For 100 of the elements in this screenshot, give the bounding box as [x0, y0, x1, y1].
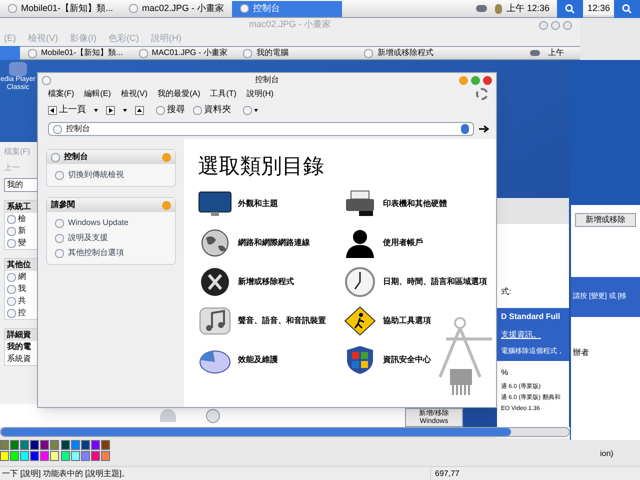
panel-title: 系統工	[5, 201, 37, 213]
color-swatch[interactable]	[0, 451, 9, 461]
panel-link[interactable]: 檢	[5, 213, 37, 225]
taskbar-button[interactable]: mac02.JPG - 小畫家	[121, 0, 232, 16]
caret-icon[interactable]	[94, 108, 98, 112]
dock-item[interactable]: Mobile01-【新知】類...	[20, 47, 131, 59]
window-title: mac02.JPG - 小畫家	[248, 18, 331, 32]
clock-icon	[343, 266, 377, 296]
panel-link[interactable]: 系統資	[5, 353, 37, 365]
color-swatch[interactable]	[100, 451, 110, 461]
menu-item[interactable]: 檔案(F)	[48, 88, 74, 100]
dock-item[interactable]: 新增或移除程式	[356, 47, 442, 59]
add-remove-button[interactable]: 新增或移除	[575, 213, 636, 227]
address-field[interactable]: 控制台	[48, 122, 474, 136]
panel-link[interactable]: 我	[5, 283, 37, 295]
panel-link[interactable]: 新	[5, 225, 37, 237]
color-swatch[interactable]	[10, 451, 20, 461]
column-header: 辦者	[573, 347, 590, 359]
color-swatch[interactable]	[70, 451, 80, 461]
caret-icon[interactable]	[123, 108, 127, 112]
menu-item[interactable]: 檢視(V)	[120, 88, 148, 100]
color-swatch[interactable]	[50, 451, 60, 461]
keyboard-icon[interactable]	[530, 50, 540, 56]
forward-arrow-icon[interactable]	[106, 106, 115, 114]
dropdown-icon	[461, 124, 469, 134]
search-button[interactable]	[614, 0, 640, 18]
color-swatch[interactable]	[20, 440, 30, 450]
x-disc-icon	[198, 266, 232, 296]
support-link[interactable]: 支援資訊。	[501, 329, 569, 341]
plug-icon[interactable]	[495, 4, 502, 14]
color-swatch[interactable]	[50, 440, 60, 450]
category-link[interactable]: 日期、時間、語言和區域選項	[343, 266, 488, 296]
panel-link[interactable]: 切換到傳統檢視	[55, 169, 175, 181]
panel-link[interactable]: 網	[5, 271, 37, 283]
panel-link[interactable]: 變	[5, 237, 37, 249]
category-link[interactable]: 印表機和其他硬體	[343, 188, 488, 218]
color-swatch[interactable]	[10, 440, 20, 450]
color-swatch[interactable]	[60, 440, 70, 450]
color-swatch[interactable]	[20, 451, 30, 461]
color-swatch[interactable]	[30, 440, 40, 450]
drive-icon	[160, 409, 176, 422]
color-swatch[interactable]	[80, 440, 90, 450]
maximize-button[interactable]	[471, 76, 480, 84]
category-link[interactable]: 聲音、語音、和音訊裝置	[198, 306, 343, 336]
search-button[interactable]	[557, 0, 584, 18]
color-swatch[interactable]	[90, 451, 100, 461]
category-link[interactable]: 協助工具選項	[343, 306, 488, 336]
back-button[interactable]: 上一頁	[48, 103, 86, 117]
category-link[interactable]: 效能及維護	[198, 344, 343, 374]
page-heading: 選取類別目錄	[198, 154, 325, 180]
category-link[interactable]: 使用者帳戶	[343, 228, 488, 258]
go-arrow-icon[interactable]	[478, 125, 490, 133]
menu-item[interactable]: 說明(H)	[246, 88, 274, 100]
menu-item[interactable]: 我的最愛(A)	[158, 88, 200, 100]
loading-spinner-icon	[476, 88, 488, 100]
panel-title: 請參閱	[51, 199, 75, 211]
panel-link[interactable]: 說明及支援	[55, 232, 175, 244]
color-swatch[interactable]	[0, 440, 9, 450]
color-swatch[interactable]	[90, 440, 100, 450]
keyboard-icon[interactable]	[476, 5, 488, 12]
address-field[interactable]: 我的	[4, 178, 38, 192]
horizontal-scrollbar[interactable]	[0, 427, 570, 437]
menu-item[interactable]: 編輯(E)	[84, 88, 111, 100]
color-swatch[interactable]	[80, 451, 90, 461]
color-swatch[interactable]	[60, 451, 70, 461]
color-swatch[interactable]	[70, 440, 80, 450]
back-arrow-icon	[48, 106, 57, 114]
folders-button[interactable]: 資料夾	[193, 103, 231, 117]
search-button[interactable]: 搜尋	[156, 103, 185, 117]
program-name: D Standard Full	[501, 311, 562, 323]
color-swatch[interactable]	[30, 451, 40, 461]
up-arrow-icon[interactable]	[135, 106, 144, 114]
panel-title: 詳細資	[5, 329, 37, 341]
status-text: 一下 [說明] 功能表中的 [說明主題]。	[1, 468, 131, 480]
panel-link[interactable]: 共	[5, 295, 37, 307]
walking-sign-icon	[343, 306, 377, 336]
panel-title: 其他位	[5, 259, 37, 271]
color-swatch[interactable]	[40, 451, 50, 461]
category-link[interactable]: 新增或移除程式	[198, 266, 343, 296]
clock-text: 上午 12:36	[506, 2, 550, 15]
category-link[interactable]: 外觀和主題	[198, 188, 343, 218]
color-swatch[interactable]	[100, 440, 110, 450]
dock-item[interactable]: MAC01.JPG - 小畫家	[130, 47, 236, 59]
dock-item[interactable]: 我的電腦	[235, 47, 296, 59]
music-note-icon	[198, 306, 232, 336]
clock-text: 上午	[548, 47, 564, 59]
category-link[interactable]: 網路和網際網路連線	[198, 228, 343, 258]
close-button[interactable]	[483, 76, 492, 84]
panel-link[interactable]: 控	[5, 307, 37, 319]
taskbar-button[interactable]: Mobile01-【新知】類...	[0, 0, 122, 16]
clock-text: 12:36	[583, 2, 614, 16]
taskbar-button[interactable]: 控制台	[232, 0, 342, 16]
panel-link[interactable]: 其他控制台選項	[55, 247, 175, 259]
views-button[interactable]	[243, 106, 258, 114]
menu-item[interactable]: 工具(T)	[210, 88, 236, 100]
item-icon	[55, 170, 64, 180]
panel-link[interactable]: Windows Update	[55, 217, 175, 229]
color-swatch[interactable]	[40, 440, 50, 450]
panel-link[interactable]: 我的電	[5, 341, 37, 353]
user-silhouette-icon	[343, 228, 377, 258]
